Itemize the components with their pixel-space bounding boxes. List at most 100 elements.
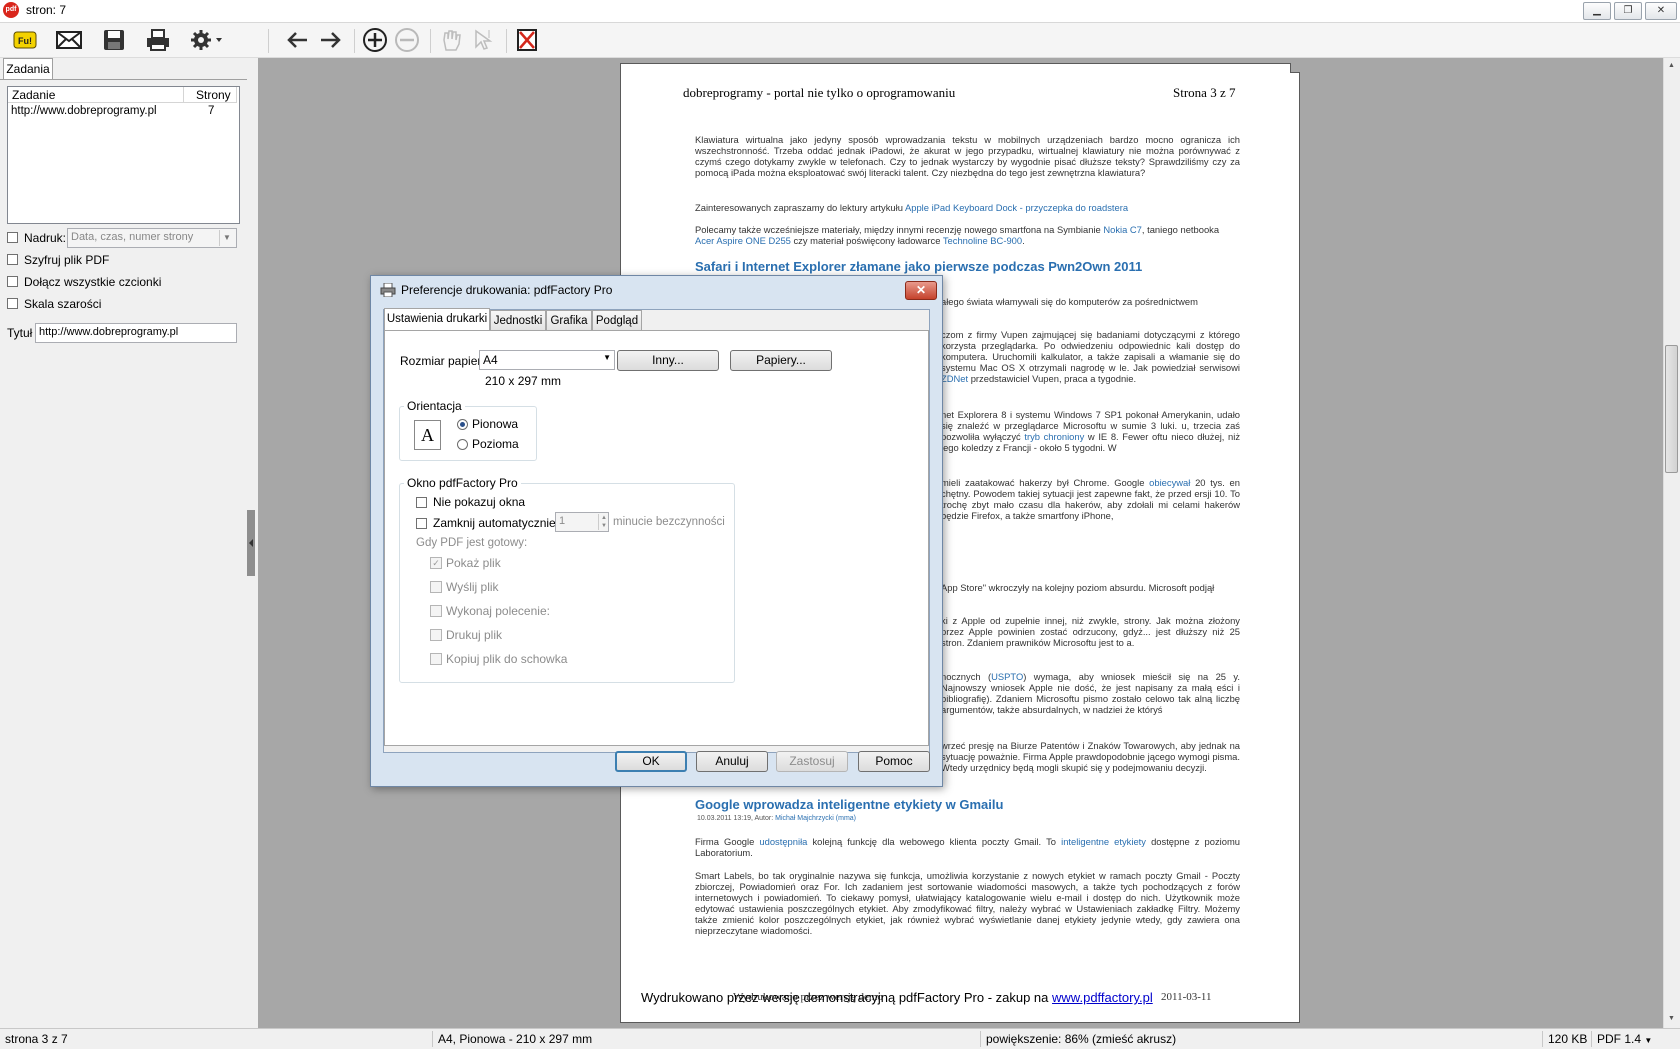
landscape-label: Pozioma	[472, 437, 519, 451]
footer-date: 2011-03-11	[1161, 991, 1212, 1003]
pdffactory-window-group: Okno pdfFactory Pro Nie pokazuj okna Zam…	[399, 476, 735, 683]
ok-button[interactable]: OK	[615, 751, 687, 772]
delete-icon[interactable]	[512, 25, 542, 55]
select-tool-icon[interactable]	[468, 25, 498, 55]
chevron-down-icon: ▼	[1644, 1036, 1653, 1045]
save-icon[interactable]	[99, 25, 129, 55]
show-file-label: Pokaż plik	[446, 556, 501, 570]
portrait-radio[interactable]	[457, 419, 468, 430]
auto-close-stepper[interactable]: 1 ▲ ▼	[555, 512, 609, 532]
title-label: Tytuł	[7, 326, 33, 340]
released-link[interactable]: udostępniła	[759, 836, 807, 847]
paper-size-select[interactable]: A4 ▼	[479, 350, 615, 370]
technoline-link[interactable]: Technoline BC-900	[943, 235, 1022, 246]
print-file-checkbox[interactable]	[430, 629, 442, 641]
other-button[interactable]: Inny...	[617, 350, 719, 371]
status-pdf-version[interactable]: PDF 1.4 ▼	[1591, 1031, 1657, 1047]
send-file-checkbox[interactable]	[430, 581, 442, 593]
paper-size-value: A4	[483, 353, 498, 367]
zoom-out-icon[interactable]	[392, 25, 422, 55]
cancel-button[interactable]: Anuluj	[696, 751, 768, 772]
dialog-close-button[interactable]: ✕	[905, 281, 937, 300]
tab-printer-settings[interactable]: Ustawienia drukarki	[384, 308, 490, 330]
print-file-label: Drukuj plik	[446, 628, 503, 642]
print-icon[interactable]	[143, 25, 173, 55]
help-button[interactable]: Pomoc	[858, 751, 930, 772]
chevron-down-icon: ▼	[603, 353, 611, 362]
collapse-icon	[249, 539, 253, 547]
scrollbar-thumb[interactable]	[1665, 345, 1678, 473]
encrypt-label: Szyfruj plik PDF	[24, 253, 110, 267]
splitter-handle[interactable]	[247, 510, 255, 576]
encrypt-checkbox[interactable]	[7, 254, 18, 265]
nadruk-checkbox[interactable]	[7, 232, 18, 243]
tab-zadania[interactable]: Zadania	[3, 58, 53, 80]
acer-link[interactable]: Acer Aspire ONE D255	[695, 235, 791, 246]
apply-button[interactable]: Zastosuj	[776, 751, 848, 772]
status-bar: strona 3 z 7 A4, Pionowa - 210 x 297 mm …	[0, 1028, 1680, 1049]
protected-mode-link[interactable]: tryb chroniony	[1024, 431, 1084, 442]
title-input[interactable]: http://www.dobreprogramy.pl	[35, 323, 237, 343]
promised-link[interactable]: obiecywał	[1149, 477, 1190, 488]
heading-pwn2own: Safari i Internet Explorer złamane jako …	[695, 259, 1143, 274]
svg-text:Fu!: Fu!	[18, 36, 32, 46]
grayscale-checkbox[interactable]	[7, 298, 18, 309]
back-arrow-icon[interactable]	[282, 25, 312, 55]
nokia-link[interactable]: Nokia C7	[1103, 224, 1142, 235]
hand-tool-icon[interactable]	[436, 25, 466, 55]
zdnet-link[interactable]: ZDNet	[941, 373, 968, 384]
tab-units[interactable]: Jednostki	[490, 310, 546, 330]
papers-button[interactable]: Papiery...	[730, 350, 832, 371]
scroll-up-icon[interactable]: ▲	[1668, 62, 1675, 69]
heading-gmail: Google wprowadza inteligentne etykiety w…	[695, 797, 1004, 812]
close-window-button[interactable]: ✕	[1645, 2, 1677, 20]
tab-preview[interactable]: Podgląd	[592, 310, 642, 330]
tab-graphics[interactable]: Grafika	[546, 310, 592, 330]
print-preferences-dialog: Preferencje drukowania: pdfFactory Pro ✕…	[370, 275, 943, 787]
landscape-radio[interactable]	[457, 439, 468, 450]
column-header-strony[interactable]: Strony	[184, 87, 237, 103]
run-command-label: Wykonaj polecenie:	[446, 604, 550, 618]
pdffactory-link[interactable]: www.pdffactory.pl	[1052, 990, 1153, 1005]
text-fragment-1: ałego świata włamywali się do komputerów…	[941, 296, 1198, 307]
scroll-down-icon[interactable]: ▼	[1668, 1015, 1675, 1022]
fonts-checkbox[interactable]	[7, 276, 18, 287]
copy-clipboard-checkbox[interactable]	[430, 653, 442, 665]
window-group-title: Okno pdfFactory Pro	[404, 476, 521, 490]
settings-icon[interactable]	[187, 25, 227, 55]
paragraph-2: Zainteresowanych zapraszamy do lektury a…	[695, 202, 1129, 213]
job-list[interactable]: Zadanie Strony http://www.dobreprogramy.…	[7, 86, 240, 224]
column-header-zadanie[interactable]: Zadanie	[8, 87, 184, 103]
paper-dims: 210 x 297 mm	[485, 374, 562, 388]
orientation-group: Orientacja A Pionowa Pozioma	[399, 399, 537, 461]
dialog-title: Preferencje drukowania: pdfFactory Pro	[401, 283, 613, 297]
smart-labels-link[interactable]: inteligentne etykiety	[1061, 836, 1146, 847]
status-page: strona 3 z 7	[5, 1032, 68, 1046]
left-panel: Zadania Zadanie Strony http://www.dobrep…	[0, 58, 247, 1028]
job-name[interactable]: http://www.dobreprogramy.pl	[11, 105, 157, 117]
text-fragment-5: App Store" wkroczyły na kolejny poziom a…	[941, 582, 1215, 593]
auto-close-value: 1	[559, 515, 566, 527]
vertical-scrollbar[interactable]: ▲ ▼	[1663, 58, 1680, 1028]
uspto-link[interactable]: USPTO	[991, 671, 1023, 682]
mail-icon[interactable]	[54, 25, 84, 55]
when-ready-label: Gdy PDF jest gotowy:	[416, 537, 528, 549]
forward-arrow-icon[interactable]	[316, 25, 346, 55]
text-fragment-8: wrzeć presję na Biurze Patentów i Znaków…	[941, 740, 1240, 773]
fun-icon[interactable]: Fu!	[10, 25, 40, 55]
run-command-checkbox[interactable]	[430, 605, 442, 617]
orientation-title: Orientacja	[404, 399, 465, 413]
auto-close-checkbox[interactable]	[416, 518, 427, 529]
nadruk-label: Nadruk:	[24, 231, 67, 245]
restore-button[interactable]: ❐	[1614, 2, 1642, 20]
show-file-checkbox[interactable]: ✓	[430, 557, 442, 569]
fonts-label: Dołącz wszystkie czcionki	[24, 275, 162, 289]
zoom-in-icon[interactable]	[360, 25, 390, 55]
spinner-arrows-icon[interactable]: ▲ ▼	[598, 514, 607, 530]
dont-show-label: Nie pokazuj okna	[433, 495, 526, 509]
author-link[interactable]: Michał Majchrzycki (mma)	[775, 815, 856, 822]
nadruk-select[interactable]: Data, czas, numer strony ▼	[67, 228, 237, 248]
article-link[interactable]: Apple iPad Keyboard Dock - przyczepka do…	[905, 202, 1128, 213]
minimize-button[interactable]: ▁	[1583, 2, 1611, 20]
dont-show-checkbox[interactable]	[416, 497, 427, 508]
